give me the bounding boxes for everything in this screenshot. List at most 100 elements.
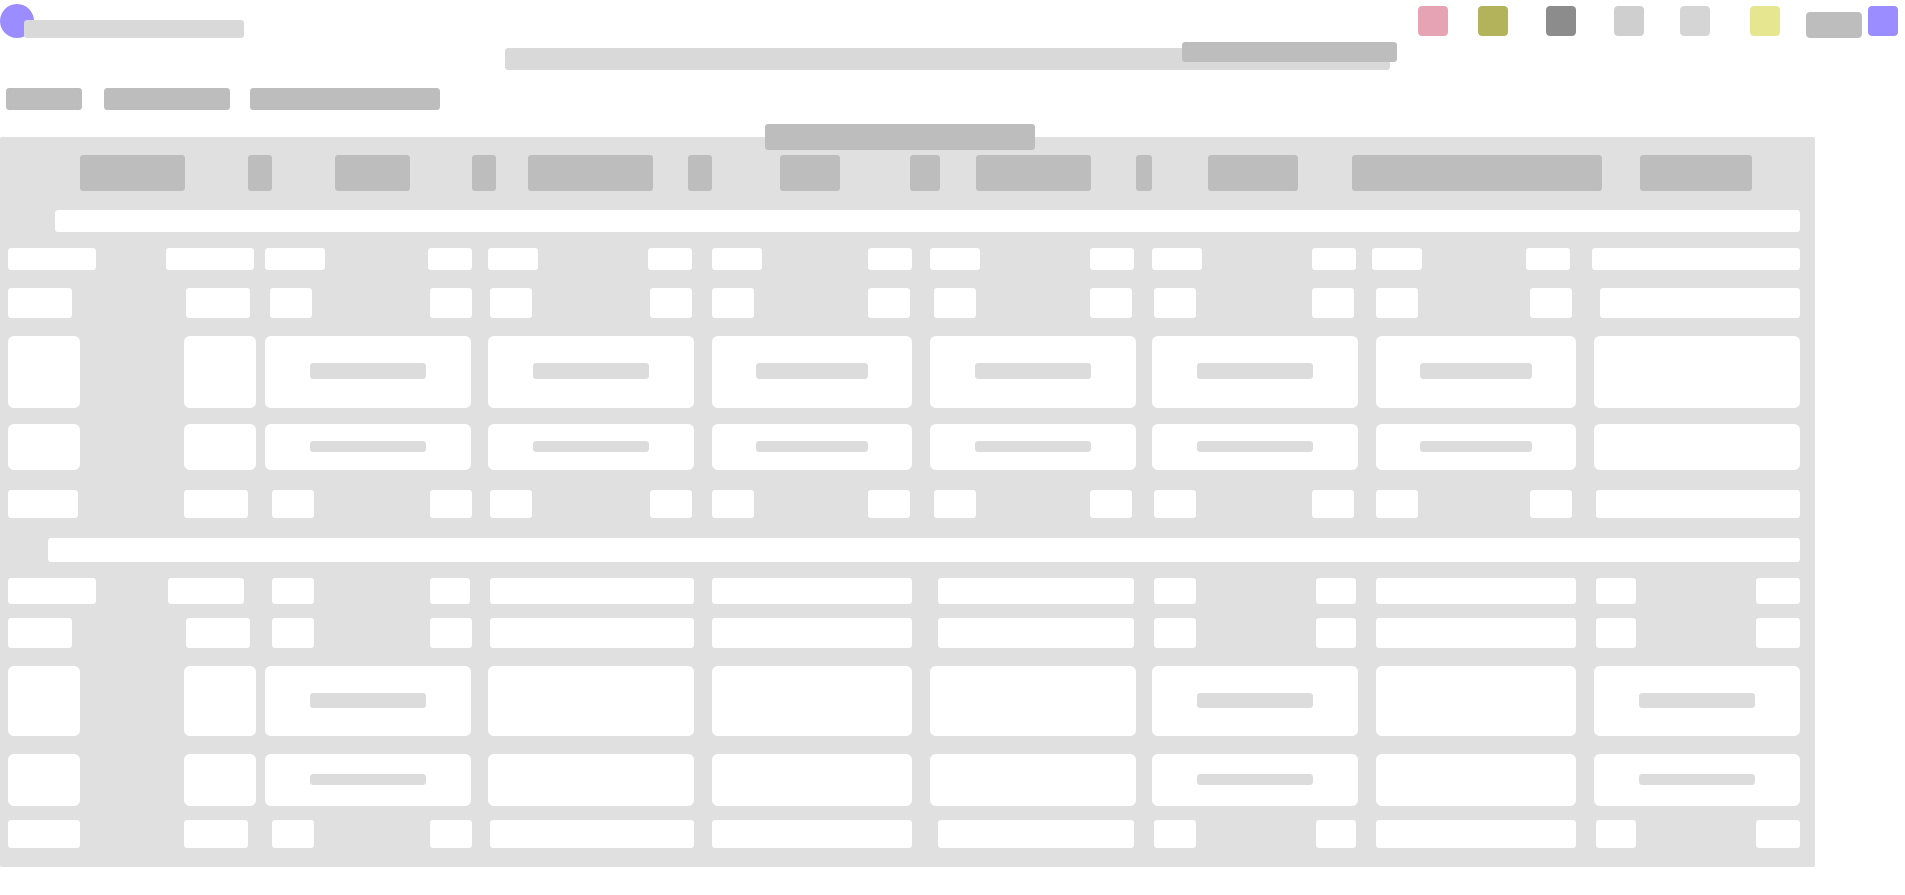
table-row[interactable] bbox=[430, 618, 472, 648]
col-header-4[interactable] bbox=[472, 155, 496, 191]
table-cell[interactable] bbox=[1152, 424, 1358, 470]
table-cell[interactable] bbox=[1376, 424, 1576, 470]
olive-square-icon[interactable] bbox=[1478, 6, 1508, 36]
table-row[interactable] bbox=[8, 248, 96, 270]
col-header-1[interactable] bbox=[80, 155, 185, 191]
table-row[interactable] bbox=[8, 820, 80, 848]
table-row[interactable] bbox=[1316, 578, 1356, 604]
text-badge-icon[interactable] bbox=[1806, 12, 1862, 38]
table-row[interactable] bbox=[490, 618, 694, 648]
table-cell[interactable] bbox=[265, 754, 471, 806]
dark-square-icon[interactable] bbox=[1546, 6, 1576, 36]
table-row[interactable] bbox=[712, 248, 762, 270]
table-row[interactable] bbox=[1596, 820, 1636, 848]
table-cell[interactable] bbox=[930, 666, 1136, 736]
table-cell[interactable] bbox=[1594, 336, 1800, 408]
table-row[interactable] bbox=[1154, 288, 1196, 318]
table-row[interactable] bbox=[1756, 578, 1800, 604]
col-header-3[interactable] bbox=[335, 155, 410, 191]
table-cell[interactable] bbox=[1594, 754, 1800, 806]
table-row[interactable] bbox=[430, 490, 472, 518]
table-row[interactable] bbox=[428, 248, 472, 270]
table-row[interactable] bbox=[1090, 490, 1132, 518]
table-row[interactable] bbox=[1376, 820, 1576, 848]
table-row[interactable] bbox=[1372, 248, 1422, 270]
col-header-12[interactable] bbox=[1352, 155, 1602, 191]
table-row[interactable] bbox=[1154, 618, 1196, 648]
table-row[interactable] bbox=[1154, 820, 1196, 848]
table-cell[interactable] bbox=[712, 424, 912, 470]
table-cell[interactable] bbox=[1594, 666, 1800, 736]
table-row[interactable] bbox=[270, 288, 312, 318]
table-cell[interactable] bbox=[184, 754, 256, 806]
col-header-7[interactable] bbox=[780, 155, 840, 191]
table-row[interactable] bbox=[1376, 288, 1418, 318]
table-cell[interactable] bbox=[8, 666, 80, 736]
table-cell[interactable] bbox=[1376, 336, 1576, 408]
table-cell[interactable] bbox=[930, 424, 1136, 470]
table-row[interactable] bbox=[868, 490, 910, 518]
col-header-6[interactable] bbox=[688, 155, 712, 191]
col-header-8[interactable] bbox=[910, 155, 940, 191]
table-row[interactable] bbox=[1316, 618, 1356, 648]
col-header-2[interactable] bbox=[248, 155, 272, 191]
table-row[interactable] bbox=[868, 288, 910, 318]
table-row[interactable] bbox=[1090, 248, 1134, 270]
table-row[interactable] bbox=[8, 288, 72, 318]
table-row[interactable] bbox=[1596, 618, 1636, 648]
table-row[interactable] bbox=[184, 820, 248, 848]
table-row[interactable] bbox=[430, 578, 470, 604]
table-row[interactable] bbox=[1596, 578, 1636, 604]
table-row[interactable] bbox=[650, 490, 692, 518]
table-row[interactable] bbox=[272, 618, 314, 648]
table-cell[interactable] bbox=[8, 336, 80, 408]
table-cell[interactable] bbox=[712, 754, 912, 806]
gray-square-icon[interactable] bbox=[1680, 6, 1710, 36]
table-row[interactable] bbox=[1530, 288, 1572, 318]
table-cell[interactable] bbox=[1152, 666, 1358, 736]
pink-square-icon[interactable] bbox=[1418, 6, 1448, 36]
table-cell[interactable] bbox=[488, 666, 694, 736]
table-row[interactable] bbox=[1592, 248, 1800, 270]
table-row[interactable] bbox=[8, 618, 72, 648]
table-row[interactable] bbox=[930, 248, 980, 270]
table-row[interactable] bbox=[1376, 618, 1576, 648]
table-row[interactable] bbox=[1312, 490, 1354, 518]
table-row[interactable] bbox=[938, 820, 1134, 848]
table-cell[interactable] bbox=[1152, 336, 1358, 408]
table-cell[interactable] bbox=[184, 666, 256, 736]
table-row[interactable] bbox=[272, 578, 314, 604]
tab-2[interactable] bbox=[104, 88, 230, 110]
table-row[interactable] bbox=[1154, 578, 1196, 604]
search-button[interactable] bbox=[1182, 42, 1397, 62]
table-row[interactable] bbox=[430, 820, 472, 848]
col-header-10[interactable] bbox=[1136, 155, 1152, 191]
table-row[interactable] bbox=[1376, 578, 1576, 604]
table-row[interactable] bbox=[8, 578, 96, 604]
table-row[interactable] bbox=[490, 490, 532, 518]
col-header-5[interactable] bbox=[528, 155, 653, 191]
table-cell[interactable] bbox=[265, 666, 471, 736]
table-row[interactable] bbox=[1312, 288, 1354, 318]
table-row[interactable] bbox=[490, 578, 694, 604]
table-row[interactable] bbox=[1312, 248, 1356, 270]
table-row[interactable] bbox=[1526, 248, 1570, 270]
table-cell[interactable] bbox=[265, 424, 471, 470]
table-row[interactable] bbox=[1756, 618, 1800, 648]
tab-3[interactable] bbox=[250, 88, 440, 110]
table-row[interactable] bbox=[1376, 490, 1418, 518]
table-row[interactable] bbox=[1152, 248, 1202, 270]
table-cell[interactable] bbox=[184, 424, 256, 470]
yellow-square-icon[interactable] bbox=[1750, 6, 1780, 36]
table-cell[interactable] bbox=[712, 666, 912, 736]
table-cell[interactable] bbox=[8, 754, 80, 806]
table-row[interactable] bbox=[712, 490, 754, 518]
table-row[interactable] bbox=[650, 288, 692, 318]
purple-corner-icon[interactable] bbox=[1868, 6, 1898, 36]
table-row[interactable] bbox=[1600, 288, 1800, 318]
table-row[interactable] bbox=[272, 820, 314, 848]
table-row[interactable] bbox=[1756, 820, 1800, 848]
table-row[interactable] bbox=[1154, 490, 1196, 518]
table-cell[interactable] bbox=[184, 336, 256, 408]
table-row[interactable] bbox=[712, 578, 912, 604]
